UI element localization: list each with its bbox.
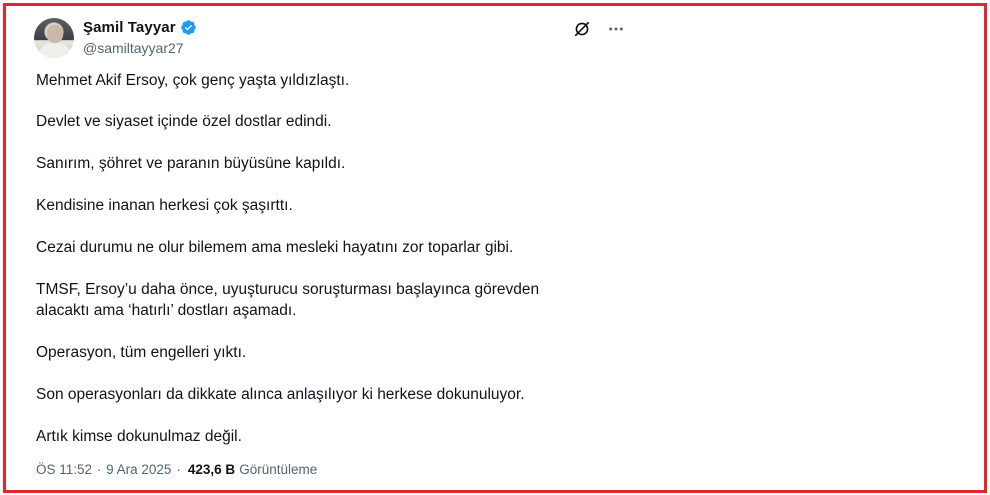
tweet-meta: ÖS 11:52 · 9 Ara 2025 · 423,6 B Görüntül… — [36, 462, 317, 477]
avatar-shirt — [38, 43, 72, 58]
avatar-face — [47, 25, 63, 43]
tweet-time-link[interactable]: ÖS 11:52 · 9 Ara 2025 — [36, 462, 171, 477]
more-icon[interactable] — [606, 19, 626, 39]
tweet-paragraph: Son operasyonları da dikkate alınca anla… — [36, 386, 525, 403]
tweet-paragraph: Operasyon, tüm engelleri yıktı. — [36, 344, 247, 361]
verified-badge-icon — [180, 19, 197, 36]
views-count: 423,6 B — [187, 462, 236, 477]
name-row: Şamil Tayyar — [83, 19, 197, 36]
meta-separator: · — [176, 462, 181, 477]
author-handle[interactable]: @samiltayyar27 — [83, 40, 184, 56]
author-display-name[interactable]: Şamil Tayyar — [83, 19, 176, 36]
tweet-time: ÖS 11:52 — [36, 462, 93, 477]
tweet-paragraph: Artık kimse dokunulmaz değil. — [36, 428, 242, 445]
tweet-paragraph: Sanırım, şöhret ve paranın büyüsüne kapı… — [36, 155, 346, 172]
screenshot-frame: Şamil Tayyar @samiltayyar27 Mehmet Akif … — [3, 3, 987, 493]
views-label: Görüntüleme — [239, 462, 318, 477]
tweet-paragraph: TMSF, Ersoy’u daha önce, uyuşturucu soru… — [36, 281, 540, 298]
tweet-paragraph: Mehmet Akif Ersoy, çok genç yaşta yıldız… — [36, 72, 350, 89]
tweet-paragraph: Kendisine inanan herkesi çok şaşırttı. — [36, 197, 293, 214]
tweet: Şamil Tayyar @samiltayyar27 Mehmet Akif … — [32, 15, 632, 477]
grok-icon[interactable] — [572, 19, 592, 39]
tweet-date: 9 Ara 2025 — [106, 462, 172, 477]
avatar[interactable] — [34, 18, 74, 58]
tweet-paragraph: alacaktı ama ‘hatırlı’ dostları aşamadı. — [36, 302, 297, 319]
tweet-header: Şamil Tayyar @samiltayyar27 — [32, 15, 632, 59]
tweet-actions — [572, 19, 626, 39]
tweet-paragraph: Devlet ve siyaset içinde özel dostlar ed… — [36, 113, 332, 130]
meta-separator: · — [96, 462, 102, 477]
tweet-paragraph: Cezai durumu ne olur bilemem ama mesleki… — [36, 239, 514, 256]
